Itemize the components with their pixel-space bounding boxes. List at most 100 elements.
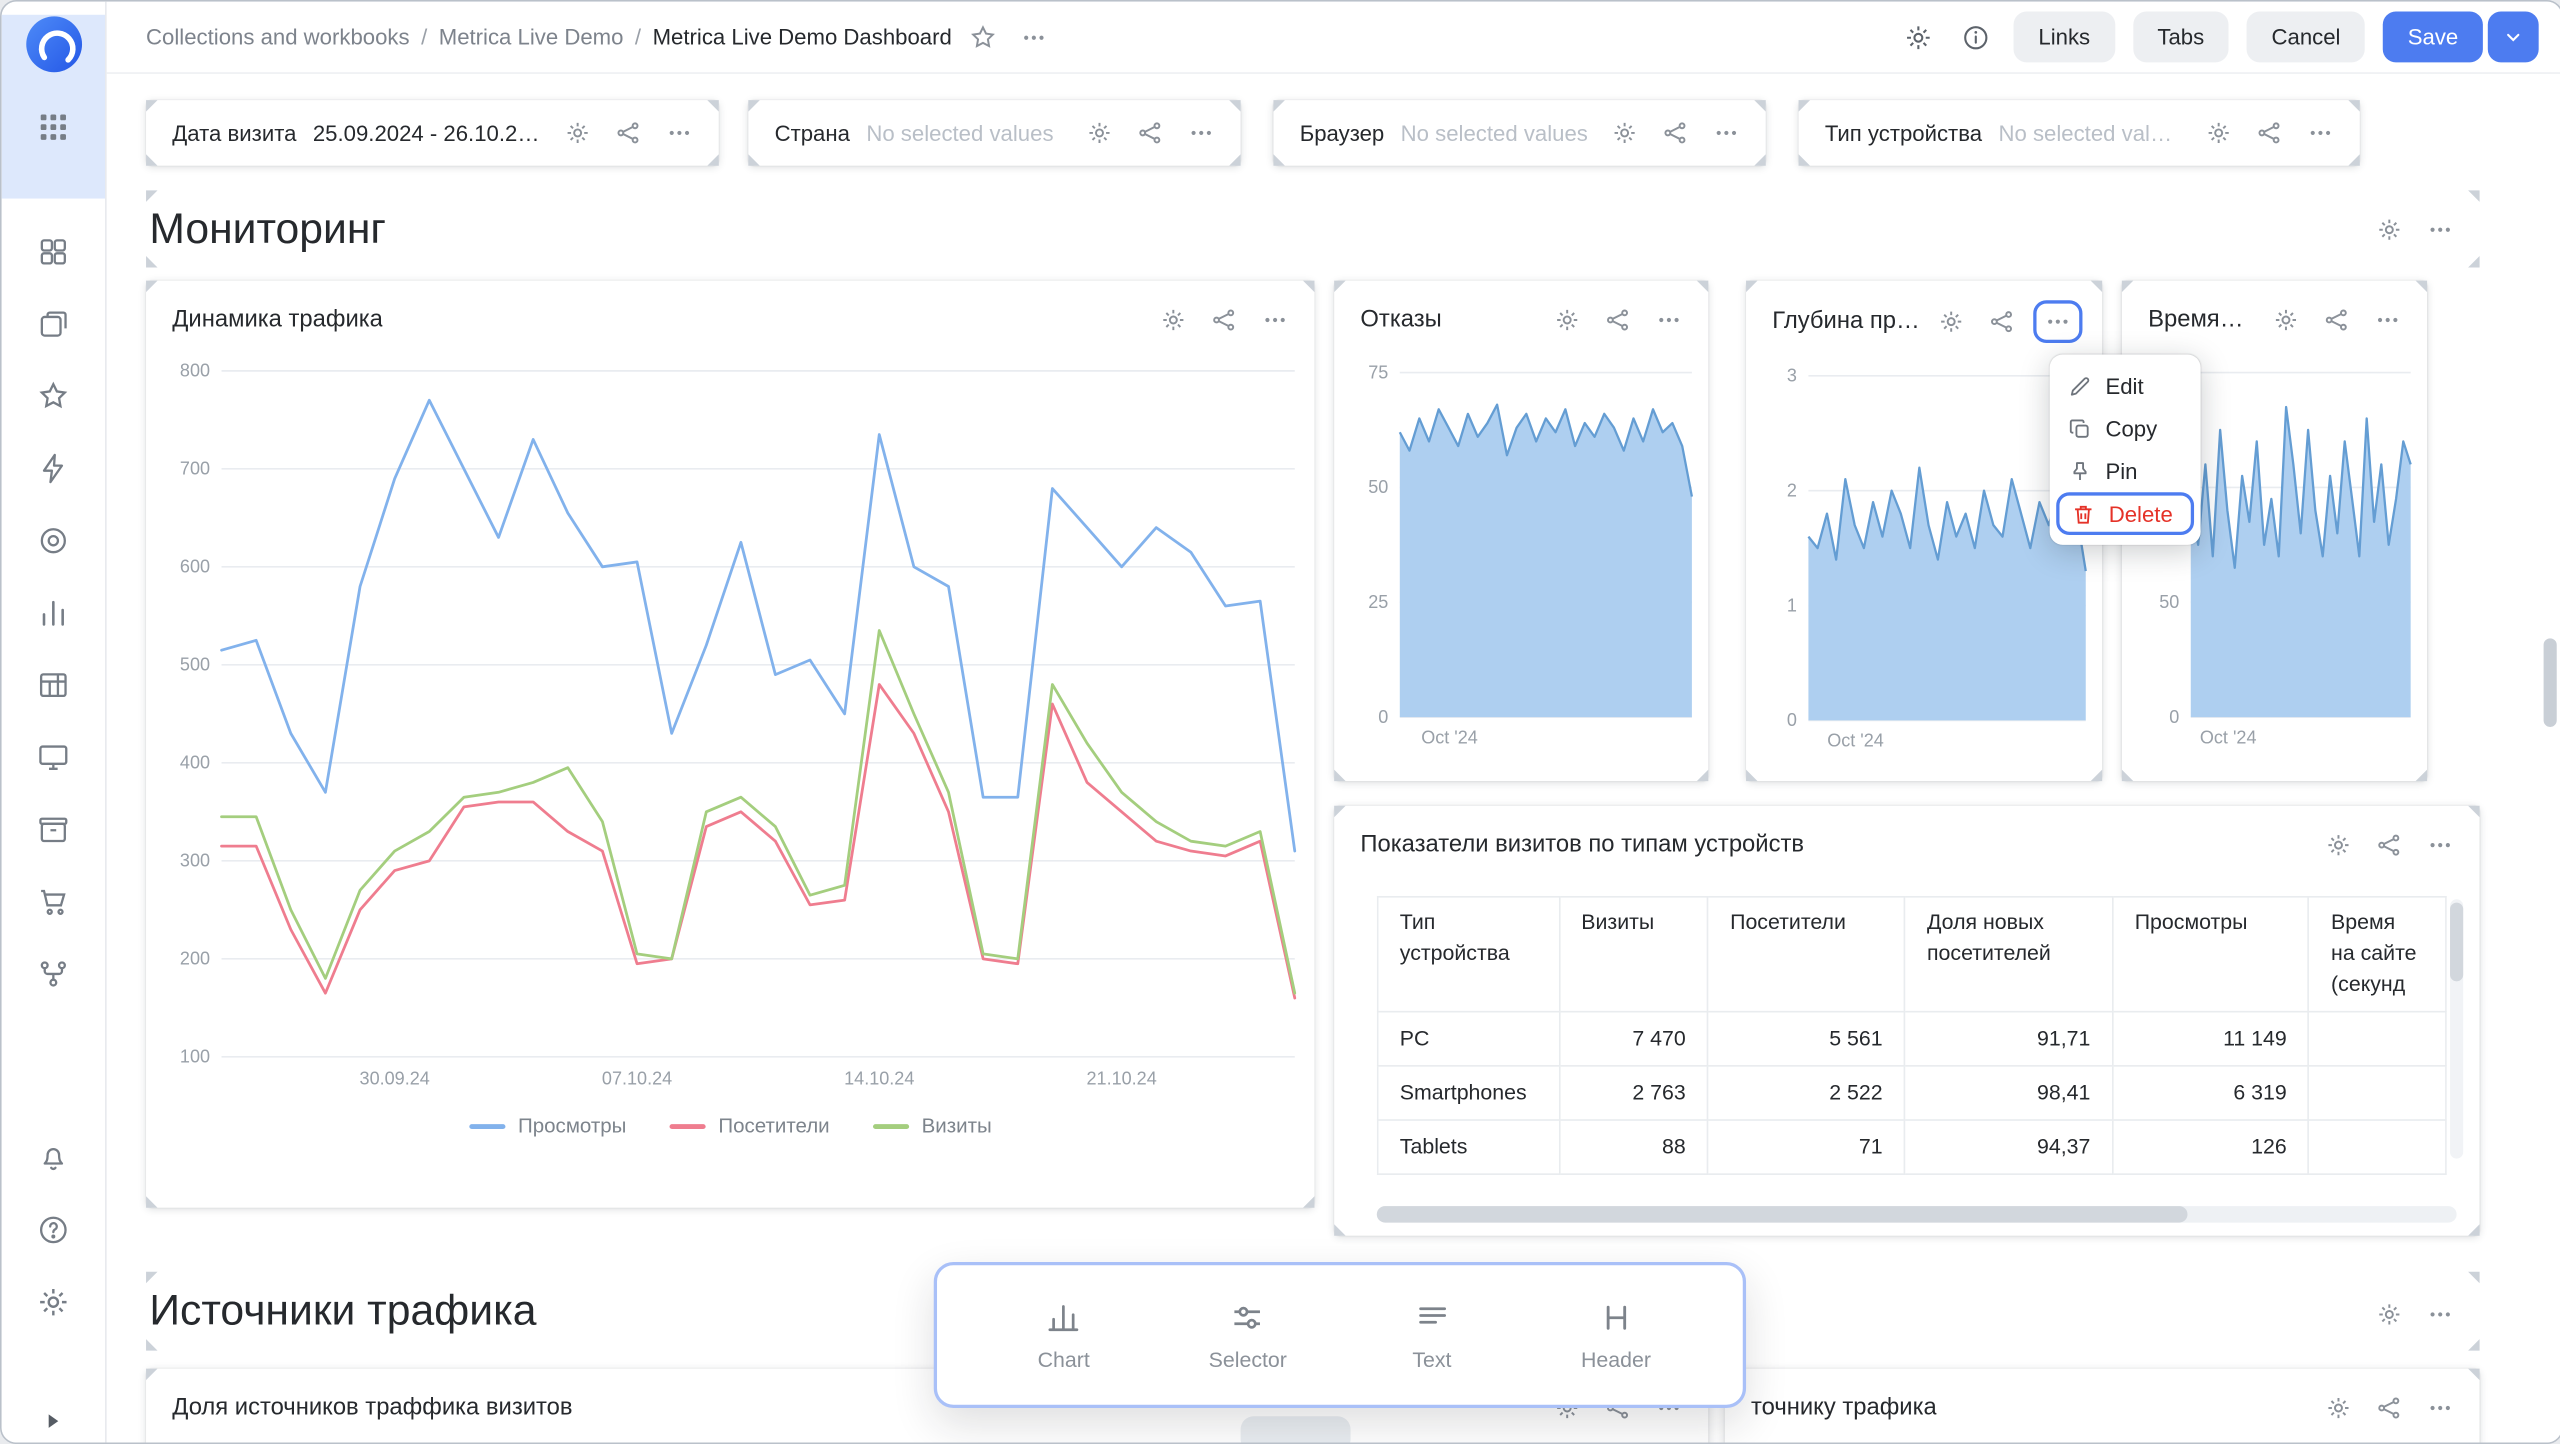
- filter-value-placeholder[interactable]: No selected values: [866, 121, 1053, 146]
- favorite-star-icon[interactable]: [963, 17, 1002, 56]
- gear-icon[interactable]: [2266, 300, 2305, 339]
- menu-item-copy[interactable]: Copy: [2056, 407, 2194, 450]
- resize-handle[interactable]: [1746, 770, 1757, 781]
- bounce-widget[interactable]: Отказы 0255075Oct '24: [1334, 281, 1708, 782]
- filter-date-widget[interactable]: Дата визита 25.09.2024 - 26.10.2024: [146, 100, 719, 166]
- collections-icon[interactable]: [2, 287, 105, 359]
- ellipsis-icon[interactable]: [1707, 113, 1746, 152]
- section-monitoring[interactable]: Мониторинг: [146, 190, 2480, 267]
- resize-handle[interactable]: [146, 1339, 157, 1350]
- relations-icon[interactable]: [1982, 302, 2021, 341]
- table-header-cell[interactable]: Посетители: [1708, 897, 1905, 1011]
- ellipsis-icon[interactable]: [2421, 825, 2460, 864]
- add-selector-button[interactable]: Selector: [1190, 1299, 1305, 1371]
- resize-handle[interactable]: [2416, 770, 2427, 781]
- tabs-button[interactable]: Tabs: [2133, 11, 2229, 62]
- gear-icon[interactable]: [2319, 1388, 2358, 1427]
- table-header-cell[interactable]: Доля новых посетителей: [1905, 897, 2113, 1011]
- relations-icon[interactable]: [2317, 300, 2356, 339]
- filter-country-widget[interactable]: Страна No selected values: [748, 100, 1240, 166]
- gear-icon[interactable]: [2199, 113, 2238, 152]
- gear-icon[interactable]: [2, 1265, 105, 1337]
- relations-icon[interactable]: [1131, 113, 1170, 152]
- ellipsis-icon[interactable]: [1255, 300, 1294, 339]
- gear-icon[interactable]: [2319, 825, 2358, 864]
- menu-item-pin[interactable]: Pin: [2056, 450, 2194, 493]
- lightning-icon[interactable]: [2, 432, 105, 504]
- visits-by-device-widget[interactable]: Показатели визитов по типам устройств Ти…: [1334, 806, 2479, 1236]
- ellipsis-icon[interactable]: [2421, 1295, 2460, 1334]
- menu-item-delete[interactable]: Delete: [2056, 492, 2194, 535]
- visits-by-source-widget[interactable]: точнику трафика: [1725, 1369, 2480, 1443]
- add-header-button[interactable]: Header: [1559, 1299, 1674, 1371]
- ring-icon[interactable]: [2, 504, 105, 576]
- traffic-dynamics-widget[interactable]: Динамика трафика 10020030040050060070080…: [146, 281, 1314, 1208]
- relations-icon[interactable]: [2250, 113, 2289, 152]
- filter-browser-widget[interactable]: Браузер No selected values: [1273, 100, 1765, 166]
- datalens-logo-icon[interactable]: [24, 15, 83, 74]
- info-icon[interactable]: [1956, 17, 1995, 56]
- legend-item[interactable]: Визиты: [872, 1114, 991, 1137]
- relations-icon[interactable]: [609, 113, 648, 152]
- star-icon[interactable]: [2, 359, 105, 431]
- relations-icon[interactable]: [1598, 300, 1637, 339]
- breadcrumb-dashboard[interactable]: Metrica Live Demo Dashboard: [653, 25, 952, 50]
- resize-handle[interactable]: [1334, 1224, 1345, 1235]
- ellipsis-icon[interactable]: [660, 113, 699, 152]
- gear-icon[interactable]: [1154, 300, 1193, 339]
- breadcrumb-workbook[interactable]: Metrica Live Demo: [439, 25, 624, 50]
- ellipsis-icon[interactable]: [2421, 210, 2460, 249]
- page-scrollbar-thumb[interactable]: [2544, 638, 2557, 727]
- filter-device-type-widget[interactable]: Тип устройства No selected values: [1799, 100, 2360, 166]
- table-header-cell[interactable]: Просмотры: [2113, 897, 2309, 1011]
- scrollbar-thumb[interactable]: [2450, 903, 2463, 982]
- add-text-button[interactable]: Text: [1374, 1299, 1489, 1371]
- cart-icon[interactable]: [2, 865, 105, 937]
- monitor-icon[interactable]: [2, 720, 105, 792]
- ellipsis-icon-active[interactable]: [2033, 300, 2082, 343]
- resize-handle[interactable]: [1334, 770, 1345, 781]
- breadcrumb-collections[interactable]: Collections and workbooks: [146, 25, 410, 50]
- gear-icon[interactable]: [2370, 1295, 2409, 1334]
- gear-icon[interactable]: [1547, 300, 1586, 339]
- help-icon[interactable]: [2, 1193, 105, 1265]
- table-header-cell[interactable]: Время на сайте (секунд: [2309, 897, 2446, 1011]
- save-dropdown-button[interactable]: [2488, 11, 2539, 62]
- ellipsis-icon[interactable]: [2368, 300, 2407, 339]
- apps-grid-icon[interactable]: [2, 90, 105, 162]
- filter-value-placeholder[interactable]: No selected values: [1401, 121, 1588, 146]
- table-icon[interactable]: [2, 648, 105, 720]
- gear-icon[interactable]: [1899, 17, 1938, 56]
- table-header-cell[interactable]: Тип устройства: [1378, 897, 1559, 1011]
- ellipsis-icon[interactable]: [1014, 17, 1053, 56]
- squares-four-icon[interactable]: [2, 215, 105, 287]
- resize-handle[interactable]: [2091, 770, 2102, 781]
- resize-handle[interactable]: [146, 256, 157, 267]
- links-button[interactable]: Links: [2014, 11, 2115, 62]
- resize-handle[interactable]: [1303, 1196, 1314, 1207]
- filter-value-placeholder[interactable]: No selected values: [1998, 121, 2182, 146]
- resize-handle[interactable]: [1697, 770, 1708, 781]
- gear-icon[interactable]: [1080, 113, 1119, 152]
- legend-item[interactable]: Просмотры: [469, 1114, 627, 1137]
- gear-icon[interactable]: [2370, 210, 2409, 249]
- relations-icon[interactable]: [2370, 825, 2409, 864]
- gear-icon[interactable]: [558, 113, 597, 152]
- relations-icon[interactable]: [1656, 113, 1695, 152]
- resize-handle[interactable]: [2468, 1339, 2479, 1350]
- resize-handle[interactable]: [2468, 256, 2479, 267]
- bell-icon[interactable]: [2, 1121, 105, 1193]
- ellipsis-icon[interactable]: [1182, 113, 1221, 152]
- relations-icon[interactable]: [2370, 1388, 2409, 1427]
- menu-item-edit[interactable]: Edit: [2056, 364, 2194, 407]
- add-chart-button[interactable]: Chart: [1006, 1299, 1121, 1371]
- expand-sidebar-icon[interactable]: [41, 1410, 64, 1433]
- resize-handle[interactable]: [146, 1196, 157, 1207]
- legend-item[interactable]: Посетители: [669, 1114, 830, 1137]
- date-range-value[interactable]: 25.09.2024 - 26.10.2024: [313, 121, 542, 146]
- ellipsis-icon[interactable]: [1649, 300, 1688, 339]
- scrollbar-thumb[interactable]: [1377, 1206, 2187, 1222]
- table-header-cell[interactable]: Визиты: [1559, 897, 1708, 1011]
- bar-chart-icon[interactable]: [2, 576, 105, 648]
- resize-handle[interactable]: [2122, 770, 2133, 781]
